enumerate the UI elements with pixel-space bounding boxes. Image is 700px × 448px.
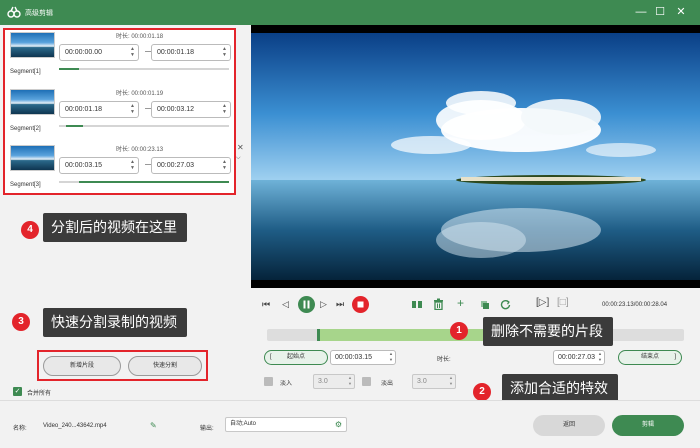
output-label: 输出:: [200, 426, 214, 432]
close-button[interactable]: ✕: [673, 4, 689, 20]
trim-end-time[interactable]: 00:00:27.03 ▲ ▼: [553, 350, 605, 365]
title-bar: 高级剪辑 — ☐ ✕: [0, 0, 700, 25]
annotation-callout-3: 快速分割录制的视频: [43, 308, 187, 337]
annotation-callout-4: 分割后的视频在这里: [43, 213, 187, 242]
quick-split-button[interactable]: 快速分割: [128, 356, 202, 376]
chevron-down-icon[interactable]: ⌵: [236, 155, 241, 162]
fade-in-value[interactable]: 3.0 ▲ ▼: [313, 374, 355, 389]
fade-out-value[interactable]: 3.0 ▲ ▼: [412, 374, 456, 389]
merge-all-label: 合并所有: [27, 391, 52, 397]
split-icon[interactable]: [411, 299, 423, 310]
minimize-button[interactable]: —: [633, 4, 649, 20]
skip-start-icon[interactable]: ⏮: [262, 299, 270, 309]
fade-out-checkbox[interactable]: [362, 377, 371, 386]
annotation-callout-2: 添加合适的特效: [502, 374, 618, 403]
annotation-badge-4: 4: [21, 221, 39, 239]
merge-all-checkbox[interactable]: ✓: [13, 387, 22, 396]
pause-button[interactable]: [298, 296, 315, 313]
add-icon[interactable]: +: [457, 297, 464, 309]
bracket-left-icon: [: [270, 354, 272, 360]
playback-time: 00:00:23.13/00:00:28.04: [602, 302, 668, 308]
trim-start-time[interactable]: 00:00:03.15 ▲ ▼: [330, 350, 396, 365]
stop-button[interactable]: [352, 296, 369, 313]
snapshot-icon[interactable]: [□]: [557, 298, 569, 308]
annotation-badge-1: 1: [450, 322, 468, 340]
bracket-right-icon: ]: [674, 354, 676, 360]
fade-in-checkbox[interactable]: [264, 377, 273, 386]
name-label: 名称:: [13, 426, 27, 432]
rotate-icon[interactable]: [500, 299, 511, 310]
window-title: 高级剪辑: [25, 10, 53, 17]
annotation-callout-1: 删除不需要的片段: [483, 317, 613, 346]
remove-segment-icon[interactable]: ✕: [237, 143, 244, 152]
cut-button[interactable]: 剪辑: [612, 415, 684, 436]
gear-icon[interactable]: ⚙: [335, 418, 342, 431]
spin-arrows-icon[interactable]: ▲ ▼: [348, 375, 352, 387]
annotation-badge-2: 2: [473, 383, 491, 401]
delete-icon[interactable]: [433, 298, 444, 310]
back-button[interactable]: 返回: [533, 415, 605, 436]
step-back-icon[interactable]: ◁: [282, 299, 289, 309]
file-name: Video_240...43642.mp4: [43, 423, 107, 429]
app-logo-icon: [7, 6, 21, 18]
output-field[interactable]: 自动;Auto ⚙: [225, 417, 347, 432]
skip-end-icon[interactable]: ⏭: [336, 299, 344, 309]
spin-arrows-icon[interactable]: ▲ ▼: [389, 351, 393, 363]
copy-icon[interactable]: [480, 300, 490, 310]
trim-duration-label: 时长:: [437, 357, 451, 363]
fade-out-label: 淡出: [381, 381, 394, 387]
trim-timeline[interactable]: [267, 329, 684, 341]
set-start-label: 起始点: [286, 354, 305, 360]
spin-arrows-icon[interactable]: ▲ ▼: [449, 375, 453, 387]
frame-icon[interactable]: [▷]: [536, 298, 549, 308]
stop-icon: [357, 301, 364, 308]
annotation-box-segment-list: [3, 28, 236, 195]
new-segment-button[interactable]: 新增片段: [43, 356, 121, 376]
spin-arrows-icon[interactable]: ▲ ▼: [598, 351, 602, 363]
annotation-badge-3: 3: [12, 313, 30, 331]
set-start-button[interactable]: [ 起始点: [264, 350, 328, 365]
fade-in-label: 淡入: [280, 381, 293, 387]
video-preview[interactable]: [251, 25, 700, 288]
pause-icon: [303, 300, 310, 309]
maximize-button[interactable]: ☐: [652, 4, 668, 20]
edit-name-icon[interactable]: ✎: [150, 421, 157, 430]
set-end-button[interactable]: 结束点 ]: [618, 350, 682, 365]
step-forward-icon[interactable]: ▷: [320, 299, 327, 309]
set-end-label: 结束点: [640, 354, 659, 360]
bottom-bar: 名称: Video_240...43642.mp4 ✎ 输出: 自动;Auto …: [0, 400, 700, 448]
video-frame: [251, 33, 700, 280]
